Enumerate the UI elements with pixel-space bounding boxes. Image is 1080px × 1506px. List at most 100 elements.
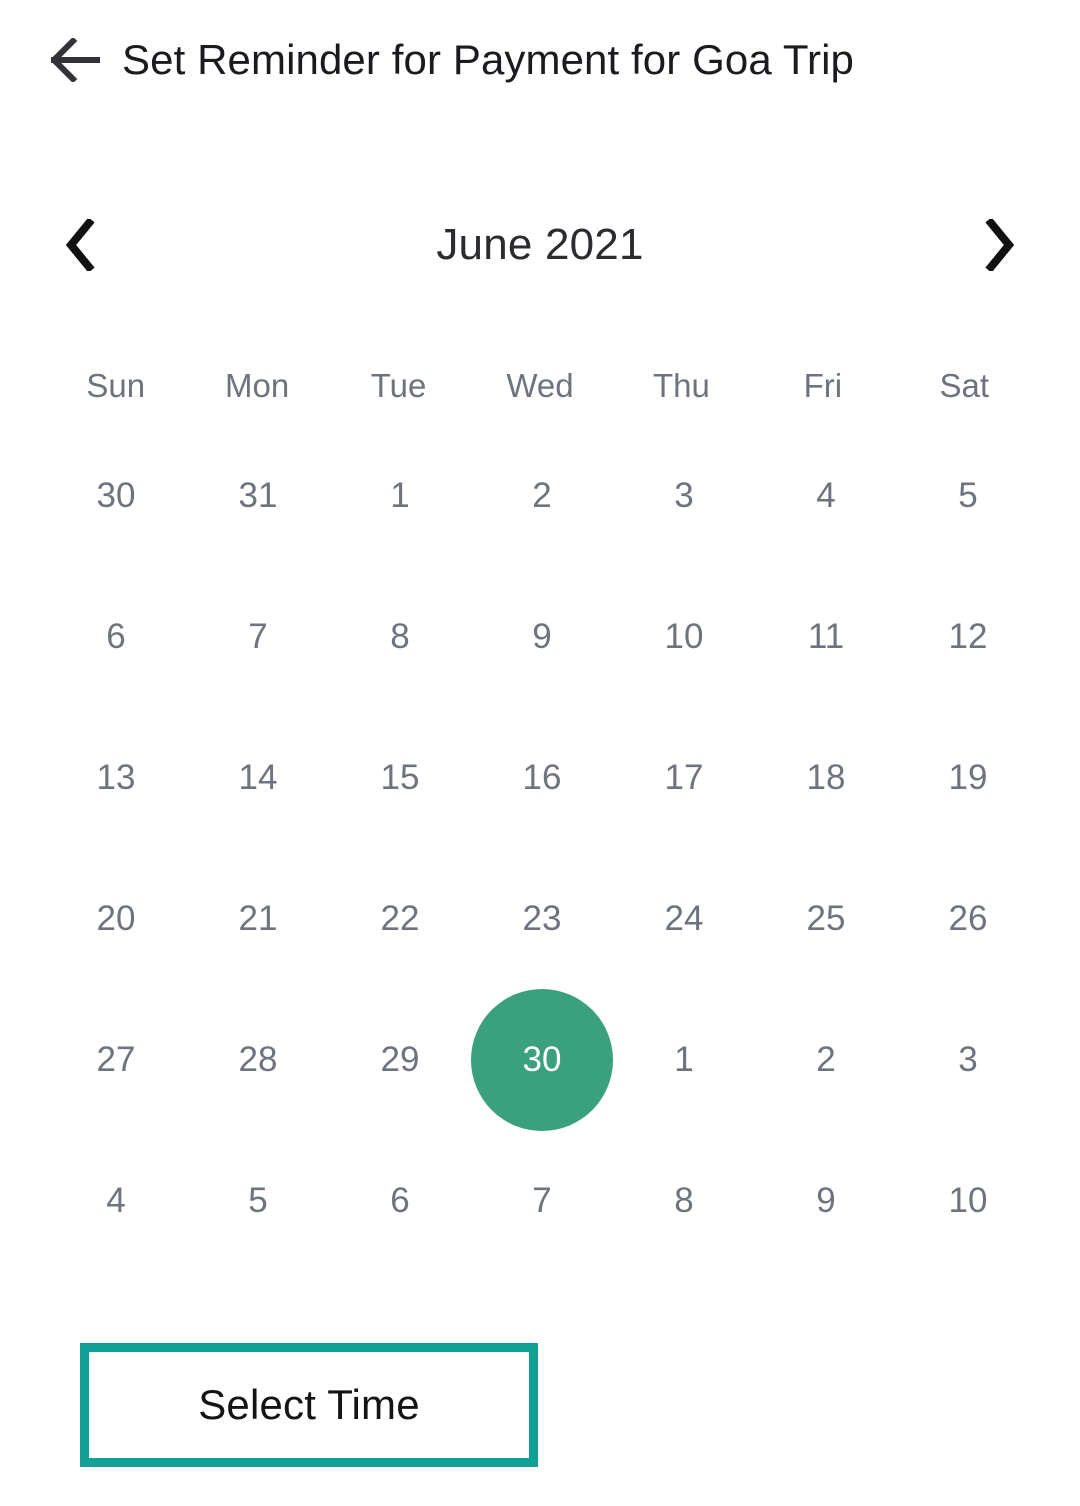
weekday-label-fri: Fri (803, 366, 843, 404)
day-cell: 8 (329, 566, 471, 707)
day-button[interactable]: 8 (613, 1130, 755, 1272)
day-button[interactable]: 17 (613, 707, 755, 849)
day-button[interactable]: 10 (613, 566, 755, 708)
weekday-header-row: Sun Mon Tue Wed Thu Fri Sat (45, 345, 1035, 425)
day-cell: 29 (329, 989, 471, 1130)
calendar-week-row: 27 28 29 30 1 2 3 (45, 988, 1035, 1131)
back-arrow-icon[interactable] (48, 31, 106, 89)
day-cell: 11 (755, 566, 897, 707)
page-header: Set Reminder for Payment for Goa Trip (0, 0, 1080, 120)
day-button[interactable]: 7 (471, 1130, 613, 1272)
day-button[interactable]: 29 (329, 989, 471, 1131)
day-button[interactable]: 20 (45, 848, 187, 990)
day-button[interactable]: 26 (897, 848, 1039, 990)
calendar-week-row: 30 31 1 2 3 4 5 (45, 425, 1035, 566)
day-cell: 10 (613, 566, 755, 707)
day-cell: 4 (45, 1130, 187, 1271)
day-cell: 2 (471, 425, 613, 566)
day-button[interactable]: 21 (187, 848, 329, 990)
day-cell: 31 (187, 425, 329, 566)
calendar-week-row: 6 7 8 9 10 11 12 (45, 566, 1035, 707)
day-cell: 7 (187, 566, 329, 707)
day-button[interactable]: 25 (755, 848, 897, 990)
chevron-left-icon[interactable] (45, 210, 115, 280)
day-cell: 15 (329, 707, 471, 848)
page-title: Set Reminder for Payment for Goa Trip (122, 36, 854, 83)
day-button[interactable]: 1 (329, 425, 471, 567)
day-cell: 2 (755, 989, 897, 1130)
day-cell: 12 (897, 566, 1039, 707)
day-cell: 9 (755, 1130, 897, 1271)
day-button[interactable]: 8 (329, 566, 471, 708)
day-button[interactable]: 13 (45, 707, 187, 849)
day-cell: 3 (613, 425, 755, 566)
day-cell: 24 (613, 848, 755, 989)
day-cell: 30 (45, 425, 187, 566)
day-button[interactable]: 22 (329, 848, 471, 990)
day-button[interactable]: 6 (329, 1130, 471, 1272)
day-button[interactable]: 19 (897, 707, 1039, 849)
day-button[interactable]: 3 (613, 425, 755, 567)
day-button[interactable]: 24 (613, 848, 755, 990)
weekday-label-tue: Tue (370, 366, 427, 404)
weekday-label-sun: Sun (86, 366, 146, 404)
day-button[interactable]: 5 (897, 425, 1039, 567)
day-cell: 17 (613, 707, 755, 848)
day-cell: 3 (897, 989, 1039, 1130)
day-cell: 20 (45, 848, 187, 989)
calendar-week-row: 13 14 15 16 17 18 19 (45, 707, 1035, 848)
month-navigation: June 2021 (45, 205, 1035, 285)
weekday-label-mon: Mon (225, 366, 290, 404)
day-cell: 10 (897, 1130, 1039, 1271)
day-button[interactable]: 12 (897, 566, 1039, 708)
weekday-label-thu: Thu (652, 366, 710, 404)
day-cell: 22 (329, 848, 471, 989)
day-cell: 30 (471, 988, 613, 1131)
day-button[interactable]: 10 (897, 1130, 1039, 1272)
day-cell: 13 (45, 707, 187, 848)
day-cell: 9 (471, 566, 613, 707)
day-button[interactable]: 14 (187, 707, 329, 849)
day-button[interactable]: 2 (471, 425, 613, 567)
day-button[interactable]: 16 (471, 707, 613, 849)
month-year-label: June 2021 (436, 220, 644, 269)
day-cell: 16 (471, 707, 613, 848)
selected-day[interactable]: 30 (471, 988, 613, 1131)
day-button[interactable]: 1 (613, 989, 755, 1131)
day-cell: 6 (45, 566, 187, 707)
calendar-week-row: 4 5 6 7 8 9 10 (45, 1130, 1035, 1271)
day-button[interactable]: 30 (45, 425, 187, 567)
day-cell: 19 (897, 707, 1039, 848)
day-cell: 27 (45, 989, 187, 1130)
day-cell: 6 (329, 1130, 471, 1271)
day-button[interactable]: 6 (45, 566, 187, 708)
day-button[interactable]: 11 (755, 566, 897, 708)
day-button[interactable]: 3 (897, 989, 1039, 1131)
weekday-label-sat: Sat (939, 366, 990, 404)
calendar-grid: Sun Mon Tue Wed Thu Fri Sat 30 31 1 2 3 4 5 6 7 8 9 10 11 1… (45, 345, 1035, 1271)
day-cell: 5 (187, 1130, 329, 1271)
day-cell: 4 (755, 425, 897, 566)
day-button[interactable]: 15 (329, 707, 471, 849)
day-button[interactable]: 4 (45, 1130, 187, 1272)
day-cell: 18 (755, 707, 897, 848)
weekday-label-wed: Wed (506, 366, 574, 404)
day-cell: 1 (329, 425, 471, 566)
day-button[interactable]: 31 (187, 425, 329, 567)
day-button[interactable]: 23 (471, 848, 613, 990)
day-button[interactable]: 9 (471, 566, 613, 708)
chevron-right-icon[interactable] (965, 210, 1035, 280)
day-cell: 21 (187, 848, 329, 989)
day-button[interactable]: 7 (187, 566, 329, 708)
day-button[interactable]: 5 (187, 1130, 329, 1272)
day-cell: 8 (613, 1130, 755, 1271)
day-button[interactable]: 9 (755, 1130, 897, 1272)
day-button[interactable]: 28 (187, 989, 329, 1131)
day-button[interactable]: 4 (755, 425, 897, 567)
day-button[interactable]: 18 (755, 707, 897, 849)
day-button[interactable]: 2 (755, 989, 897, 1131)
day-cell: 7 (471, 1130, 613, 1271)
day-cell: 5 (897, 425, 1039, 566)
day-button[interactable]: 27 (45, 989, 187, 1131)
select-time-button[interactable]: Select Time (80, 1343, 538, 1467)
